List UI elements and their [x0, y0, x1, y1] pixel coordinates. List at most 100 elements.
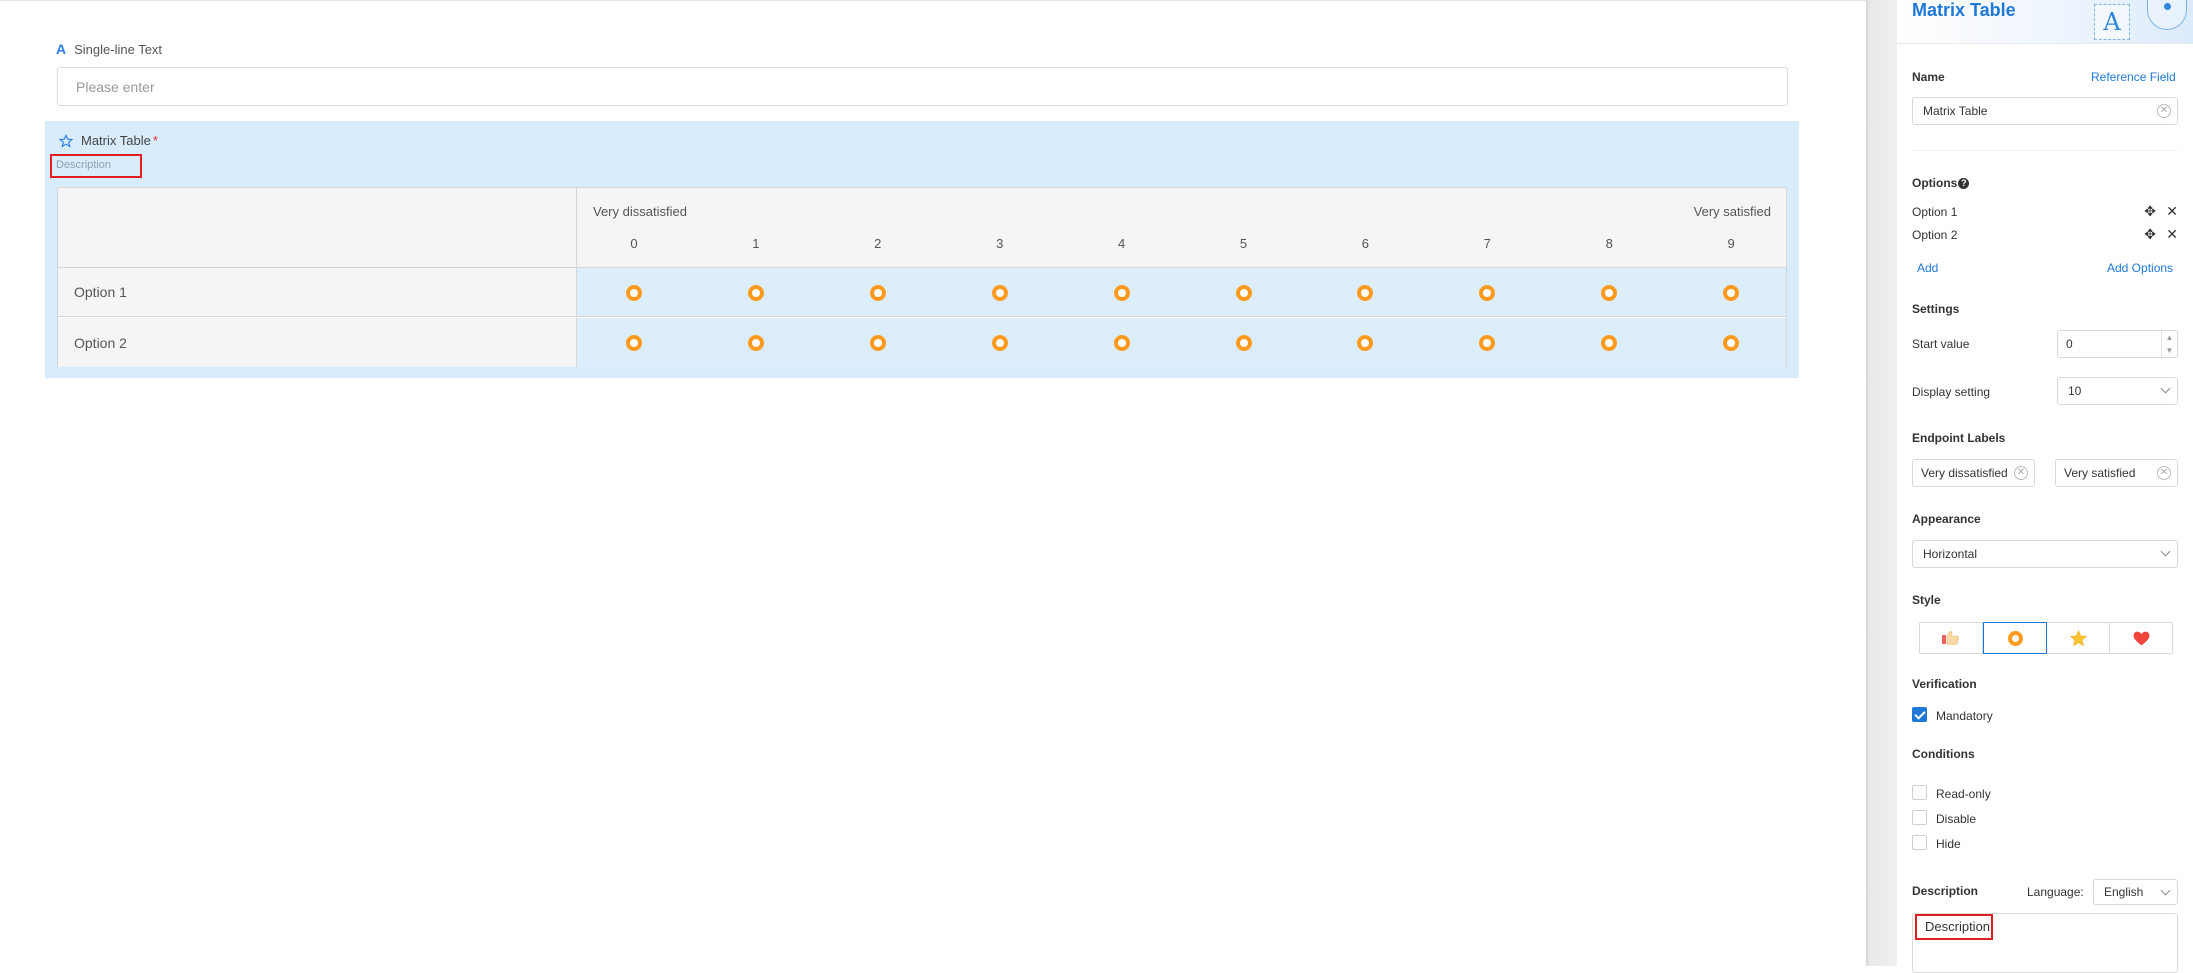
style-selector	[1919, 622, 2173, 654]
close-icon[interactable]: ✕	[2166, 203, 2178, 220]
rating-radio[interactable]	[747, 285, 764, 301]
rating-radio[interactable]	[1357, 285, 1374, 301]
reference-field-link[interactable]: Reference Field	[2091, 70, 2176, 84]
matrix-table: Very dissatisfied Very satisfied 0 1 2 3 4 5 6…	[57, 187, 1787, 367]
rating-radio[interactable]	[1235, 335, 1252, 351]
rating-radio[interactable]	[1723, 285, 1740, 301]
rating-radio[interactable]	[747, 335, 764, 351]
matrix-table-title: Matrix Table *	[59, 133, 158, 148]
style-label: Style	[1912, 593, 1941, 607]
mandatory-label: Mandatory	[1936, 709, 1993, 723]
rating-radio[interactable]	[626, 335, 642, 351]
start-value-value: 0	[2066, 337, 2073, 351]
matrix-table-field[interactable]: Matrix Table * Description Very dissatis…	[45, 121, 1799, 378]
hide-label: Hide	[1936, 837, 1961, 851]
rating-radio[interactable]	[1235, 285, 1252, 301]
drag-move-icon[interactable]: ✥	[2144, 226, 2156, 243]
description-text: Description	[1915, 914, 1993, 940]
rating-radio[interactable]	[1479, 335, 1496, 351]
rating-radio[interactable]	[869, 285, 886, 301]
rating-radio[interactable]	[869, 335, 886, 351]
thumbs-icon	[1942, 631, 1959, 645]
rating-radio[interactable]	[1601, 285, 1618, 301]
star-icon	[2069, 629, 2087, 646]
language-select[interactable]: English	[2093, 879, 2178, 905]
rating-radio[interactable]	[1113, 335, 1130, 351]
language-label: Language:	[2027, 885, 2084, 899]
rating-radio[interactable]	[626, 285, 642, 301]
display-setting-select[interactable]: 10	[2057, 377, 2178, 405]
style-star-button[interactable]	[2047, 623, 2110, 653]
style-thumbs-button[interactable]	[1920, 623, 1983, 653]
star-outline-icon	[59, 133, 73, 148]
display-setting-label: Display setting	[1912, 385, 1991, 399]
option-item-label: Option 1	[1912, 205, 1958, 219]
read-only-checkbox[interactable]	[1912, 785, 1927, 800]
panel-header: Matrix Table A	[1897, 0, 2193, 44]
properties-panel: Matrix Table A Name Reference Field Matr…	[1897, 0, 2193, 973]
column-header: 6	[1361, 236, 1369, 251]
chevron-down-icon[interactable]: ▼	[2162, 344, 2177, 357]
single-line-input[interactable]: Please enter	[57, 67, 1788, 106]
matrix-row-cells	[577, 318, 1786, 367]
clear-icon[interactable]: ✕	[2157, 104, 2171, 118]
column-header: 7	[1483, 236, 1491, 251]
column-header: 3	[996, 236, 1004, 251]
rating-radio[interactable]	[1601, 335, 1618, 351]
rating-radio[interactable]	[1479, 285, 1496, 301]
column-header: 0	[630, 236, 638, 251]
panel-title: Matrix Table	[1912, 0, 2016, 20]
mandatory-checkbox[interactable]	[1912, 707, 1927, 722]
name-input[interactable]: Matrix Table ✕	[1912, 97, 2178, 125]
language-value: English	[2104, 885, 2144, 899]
matrix-row-label: Option 1	[58, 268, 577, 316]
style-heart-button[interactable]	[2110, 623, 2172, 653]
column-header: 1	[752, 236, 760, 251]
help-icon[interactable]: ?	[1958, 178, 1970, 189]
disable-checkbox[interactable]	[1912, 810, 1927, 825]
chevron-up-icon[interactable]: ▲	[2162, 331, 2177, 344]
column-header: 4	[1117, 236, 1126, 251]
matrix-description[interactable]: Description	[50, 154, 142, 178]
settings-label: Settings	[1912, 302, 1960, 316]
matrix-row-cells	[577, 268, 1786, 316]
add-option-link[interactable]: Add	[1917, 261, 1938, 275]
heart-icon	[2133, 631, 2149, 645]
endpoint-right-input[interactable]: Very satisfied ✕	[2055, 459, 2178, 487]
option-item-label: Option 2	[1912, 228, 1958, 242]
verification-label: Verification	[1912, 677, 1977, 691]
appearance-value: Horizontal	[1923, 547, 1978, 561]
pin-icon	[2147, 0, 2187, 30]
chevron-down-icon	[2160, 546, 2171, 557]
style-ring-button[interactable]	[1983, 622, 2047, 654]
drag-move-icon[interactable]: ✥	[2144, 203, 2156, 220]
stepper-arrows[interactable]: ▲ ▼	[2161, 331, 2177, 357]
rating-radio[interactable]	[1723, 335, 1740, 351]
clear-icon[interactable]: ✕	[2157, 466, 2171, 480]
right-endpoint-label: Very satisfied	[1693, 204, 1771, 219]
ring-icon	[2007, 630, 2023, 646]
name-label: Name	[1912, 70, 1945, 84]
rating-radio[interactable]	[991, 335, 1008, 351]
add-options-link[interactable]: Add Options	[2107, 261, 2173, 275]
endpoint-left-input[interactable]: Very dissatisfied ✕	[1912, 459, 2035, 487]
column-header: 9	[1727, 236, 1735, 251]
form-canvas: A Single-line Text Please enter Matrix T…	[0, 0, 1866, 966]
rating-radio[interactable]	[1357, 335, 1374, 351]
display-setting-value: 10	[2068, 384, 2082, 398]
rating-radio[interactable]	[1113, 285, 1130, 301]
close-icon[interactable]: ✕	[2166, 226, 2178, 243]
column-header: 5	[1239, 236, 1248, 251]
panel-splitter[interactable]	[1866, 0, 1897, 966]
text-letter-icon: A	[2094, 4, 2130, 40]
single-line-label-text: Single-line Text	[74, 41, 163, 57]
rating-radio[interactable]	[991, 285, 1008, 301]
hide-checkbox[interactable]	[1912, 835, 1927, 850]
start-value-stepper[interactable]: 0 ▲ ▼	[2057, 330, 2178, 358]
name-input-value: Matrix Table	[1923, 104, 1988, 118]
chevron-down-icon	[2160, 383, 2171, 394]
description-textarea[interactable]: Description	[1912, 913, 2178, 973]
appearance-select[interactable]: Horizontal	[1912, 540, 2178, 568]
chevron-down-icon	[2160, 885, 2171, 896]
clear-icon[interactable]: ✕	[2014, 466, 2028, 480]
